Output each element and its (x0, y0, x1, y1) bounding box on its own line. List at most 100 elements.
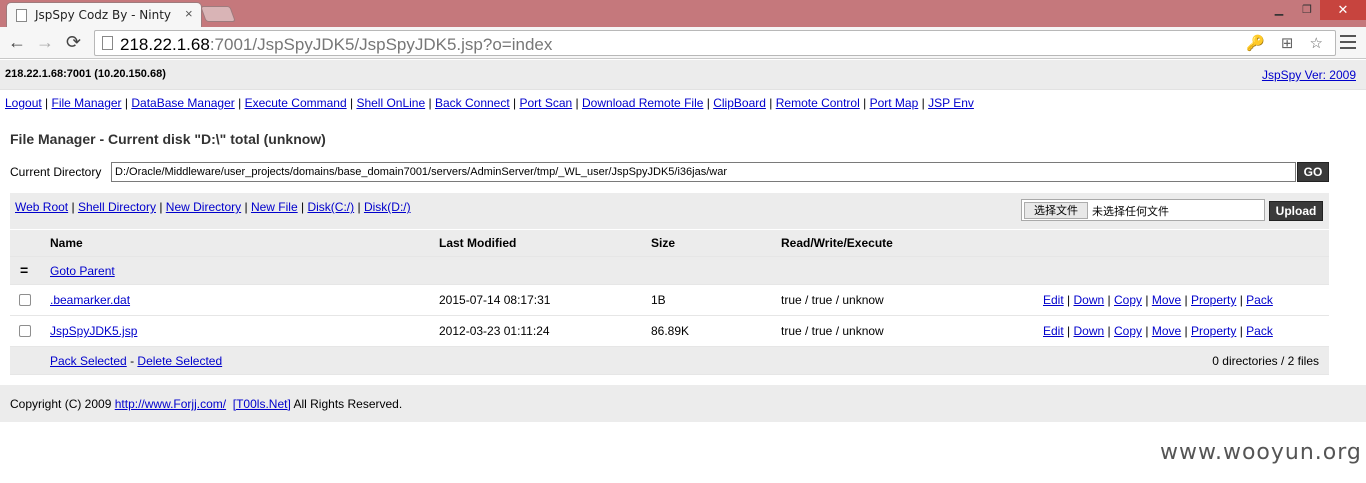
menu-item-execute-command[interactable]: Execute Command (245, 96, 347, 110)
menu-item-port-scan[interactable]: Port Scan (520, 96, 573, 110)
menu-item-shell-online[interactable]: Shell OnLine (356, 96, 425, 110)
pack-selected-link[interactable]: Pack Selected (50, 354, 127, 368)
row-checkbox[interactable] (19, 294, 31, 306)
menu-item-logout[interactable]: Logout (5, 96, 42, 110)
action-property[interactable]: Property (1191, 324, 1236, 338)
link-separator: | (706, 96, 710, 110)
menu-item-clipboard[interactable]: ClipBoard (713, 96, 766, 110)
maximize-button[interactable]: ❐ (1294, 0, 1320, 20)
quick-link-web-root[interactable]: Web Root (15, 200, 68, 214)
dash-separator: - (130, 353, 135, 368)
quick-link-disk-c[interactable]: Disk(C:/) (307, 200, 354, 214)
action-edit[interactable]: Edit (1043, 324, 1064, 338)
action-down[interactable]: Down (1074, 293, 1105, 307)
back-arrow-icon[interactable]: ← (8, 32, 26, 52)
forjj-link[interactable]: http://www.Forjj.com/ (115, 397, 226, 411)
link-separator: | (769, 96, 773, 110)
file-size: 1B (651, 293, 666, 307)
t00ls-link[interactable]: [T00ls.Net] (233, 397, 291, 411)
host-bar: 218.22.1.68:7001 (10.20.150.68) JspSpy V… (0, 60, 1366, 90)
go-button[interactable]: GO (1297, 162, 1329, 182)
action-move[interactable]: Move (1152, 293, 1181, 307)
action-copy[interactable]: Copy (1114, 324, 1142, 338)
browser-tab[interactable]: JspSpy Codz By - Ninty × (6, 2, 202, 27)
no-file-text: 未选择任何文件 (1092, 205, 1169, 218)
parent-row: = Goto Parent (10, 257, 1329, 285)
action-property[interactable]: Property (1191, 293, 1236, 307)
action-copy[interactable]: Copy (1114, 293, 1142, 307)
quick-link-disk-d[interactable]: Disk(D:/) (364, 200, 411, 214)
file-count: 0 directories / 2 files (1212, 353, 1319, 368)
link-separator: | (1145, 293, 1149, 307)
url-text[interactable]: 218.22.1.68:7001/JspSpyJDK5/JspSpyJDK5.j… (120, 35, 552, 55)
current-directory-input[interactable] (111, 162, 1296, 182)
action-edit[interactable]: Edit (1043, 293, 1064, 307)
link-separator: | (45, 96, 49, 110)
table-row: .beamarker.dat 2015-07-14 08:17:31 1B true … (10, 285, 1329, 316)
file-actions: Edit | Down | Copy | Move | Property | P… (1043, 293, 1273, 307)
quick-links-bar: Web Root | Shell Directory | New Directo… (10, 193, 1329, 229)
menu-item-jsp-env[interactable]: JSP Env (928, 96, 974, 110)
reload-icon[interactable]: ⟳ (66, 32, 81, 52)
address-bar[interactable]: 218.22.1.68:7001/JspSpyJDK5/JspSpyJDK5.j… (94, 30, 1336, 56)
link-separator: | (1067, 293, 1071, 307)
page-icon (102, 36, 113, 50)
quick-link-new-directory[interactable]: New Directory (166, 200, 241, 214)
upload-button[interactable]: Upload (1269, 201, 1323, 221)
header-rwx: Read/Write/Execute (781, 236, 893, 250)
link-separator: | (1184, 293, 1188, 307)
file-name-link[interactable]: .beamarker.dat (50, 293, 130, 307)
link-separator: | (1067, 324, 1071, 338)
forward-arrow-icon[interactable]: → (36, 32, 54, 52)
footer: Copyright (C) 2009 http://www.Forjj.com/… (0, 385, 1366, 422)
link-separator: | (1239, 293, 1243, 307)
header-name: Name (50, 236, 83, 250)
host-info: 218.22.1.68:7001 (10.20.150.68) (5, 68, 166, 80)
link-separator: | (349, 96, 354, 110)
browser-toolbar: ← → ⟳ 218.22.1.68:7001/JspSpyJDK5/JspSpy… (0, 27, 1366, 59)
action-down[interactable]: Down (1074, 324, 1105, 338)
menu-item-file-manager[interactable]: File Manager (52, 96, 122, 110)
menu-item-download-remote-file[interactable]: Download Remote File (582, 96, 703, 110)
url-path: :7001/JspSpyJDK5/JspSpyJDK5.jsp?o=index (209, 35, 553, 54)
action-pack[interactable]: Pack (1246, 293, 1273, 307)
copyright-text: Copyright (C) 2009 http://www.Forjj.com/… (10, 397, 402, 411)
parent-dir-icon: = (20, 261, 29, 278)
choose-file-button[interactable]: 选择文件 (1024, 202, 1088, 219)
file-name-link[interactable]: JspSpyJDK5.jsp (50, 324, 137, 338)
table-header: Name Last Modified Size Read/Write/Execu… (10, 230, 1329, 257)
action-move[interactable]: Move (1152, 324, 1181, 338)
menu-item-database-manager[interactable]: DataBase Manager (131, 96, 234, 110)
link-separator: | (159, 200, 163, 214)
new-tab-button[interactable] (200, 6, 236, 22)
quick-link-shell-directory[interactable]: Shell Directory (78, 200, 156, 214)
goto-parent-link[interactable]: Goto Parent (50, 264, 115, 278)
main-menu: Logout | File Manager | DataBase Manager… (5, 96, 974, 110)
file-permissions: true / true / unknow (781, 324, 884, 338)
menu-item-port-map[interactable]: Port Map (870, 96, 919, 110)
current-directory-label: Current Directory (10, 165, 102, 179)
link-separator: | (357, 200, 361, 214)
window-close-button[interactable]: ✕ (1320, 0, 1366, 20)
hamburger-menu-icon[interactable] (1340, 35, 1356, 49)
header-size: Size (651, 236, 676, 250)
copyright-suffix: All Rights Reserved. (293, 397, 403, 411)
bookmark-star-icon[interactable]: 🔑 ⊞ ☆ (1246, 34, 1329, 52)
file-actions: Edit | Down | Copy | Move | Property | P… (1043, 324, 1273, 338)
title-bar: JspSpy Codz By - Ninty × ▁ ❐ ✕ (0, 0, 1366, 27)
link-separator: | (1184, 324, 1188, 338)
page-title: File Manager - Current disk "D:\" total … (10, 131, 326, 147)
quick-link-new-file[interactable]: New File (251, 200, 298, 214)
menu-item-remote-control[interactable]: Remote Control (776, 96, 860, 110)
link-separator: | (124, 96, 129, 110)
close-icon[interactable]: × (185, 6, 193, 21)
version-link[interactable]: JspSpy Ver: 2009 (1262, 68, 1356, 82)
file-chooser[interactable]: 选择文件 未选择任何文件 (1021, 199, 1265, 221)
row-checkbox[interactable] (19, 325, 31, 337)
link-separator: | (575, 96, 579, 110)
tab-title: JspSpy Codz By - Ninty (35, 8, 172, 22)
menu-item-back-connect[interactable]: Back Connect (435, 96, 510, 110)
minimize-button[interactable]: ▁ (1264, 0, 1294, 20)
action-pack[interactable]: Pack (1246, 324, 1273, 338)
delete-selected-link[interactable]: Delete Selected (137, 354, 222, 368)
